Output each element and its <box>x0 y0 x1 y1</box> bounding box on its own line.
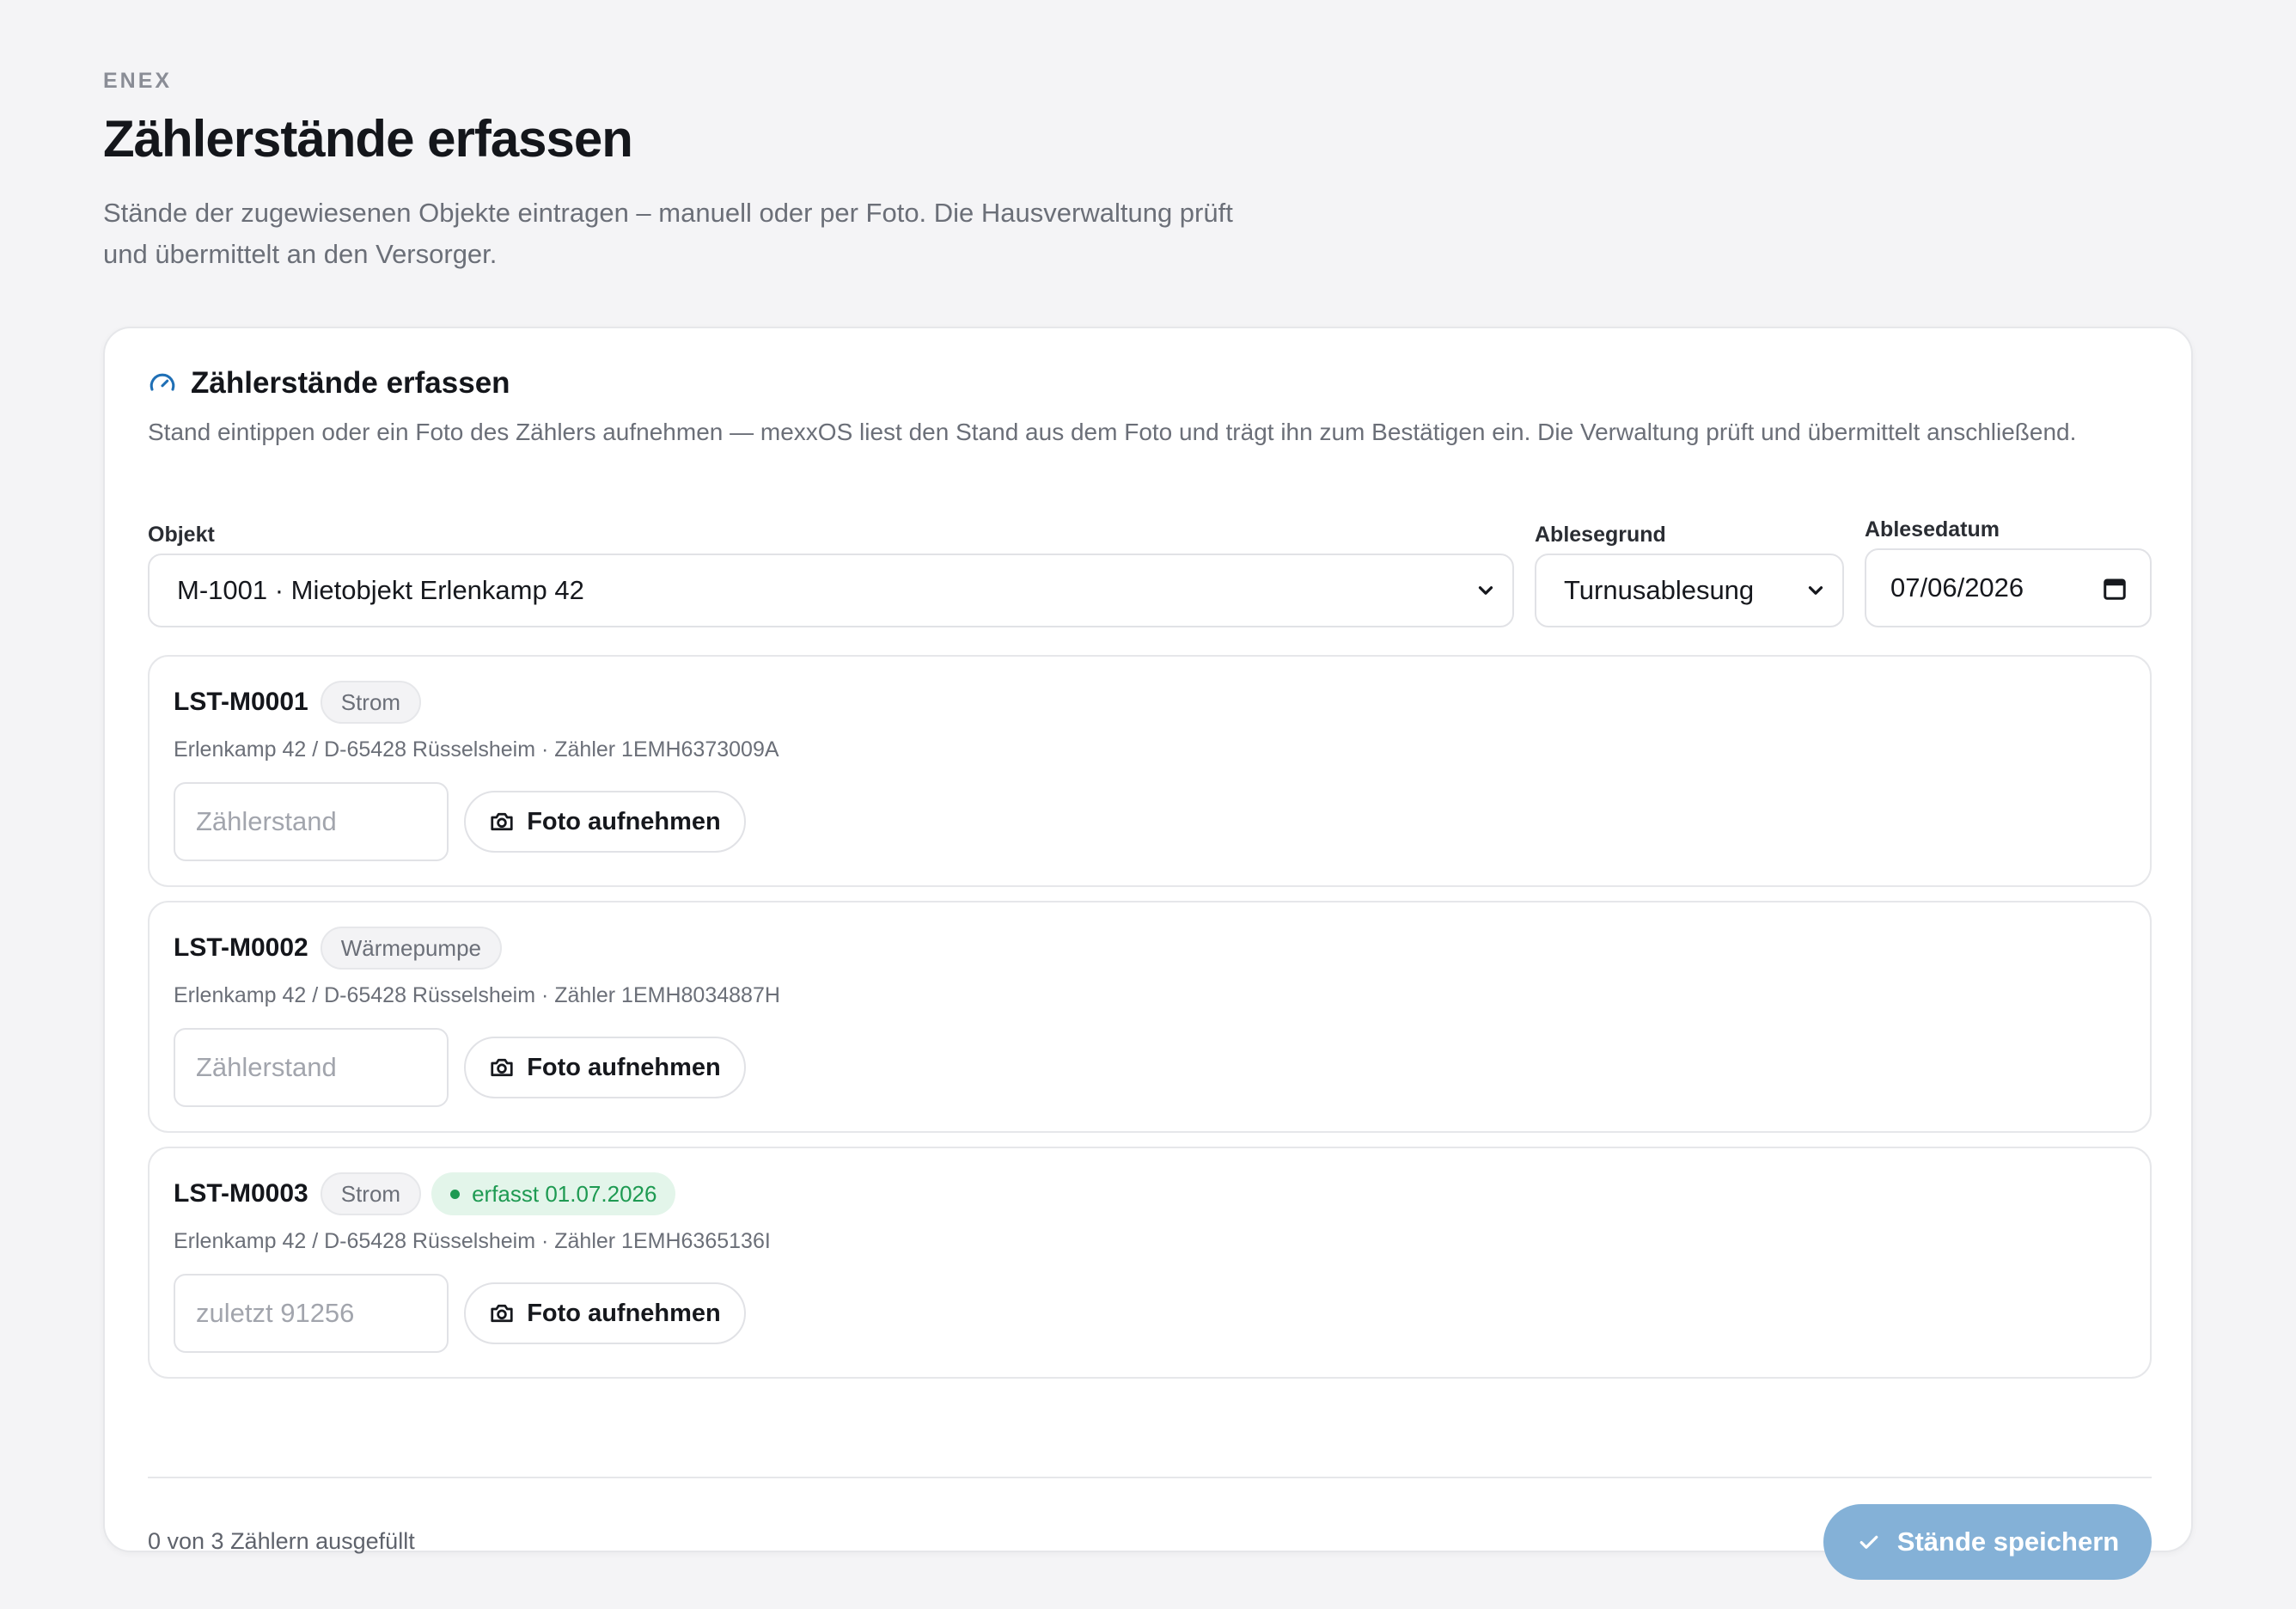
camera-icon <box>491 812 513 831</box>
gauge-icon <box>148 369 177 398</box>
reading-input[interactable]: Zählerstand <box>174 1028 449 1107</box>
meter-header: LST-M0003 Strom erfasst 01.07.2026 <box>174 1172 676 1215</box>
meter-header: LST-M0001 Strom <box>174 681 431 724</box>
objekt-select-value: M-1001 · Mietobjekt Erlenkamp 42 <box>177 575 584 605</box>
reading-input[interactable]: Zählerstand <box>174 782 449 861</box>
save-readings-button[interactable]: Stände speichern <box>1823 1504 2152 1580</box>
card-header: Zählerstände erfassen <box>148 366 510 401</box>
status-badge: erfasst 01.07.2026 <box>431 1172 676 1215</box>
meter-type-badge: Strom <box>320 681 422 724</box>
meter-item: LST-M0003 Strom erfasst 01.07.2026 Erlen… <box>148 1147 2152 1379</box>
meter-item: LST-M0001 Strom Erlenkamp 42 / D-65428 R… <box>148 655 2152 887</box>
reading-input[interactable]: zuletzt 91256 <box>174 1274 449 1353</box>
meter-type-badge: Strom <box>320 1172 422 1215</box>
meter-id: LST-M0002 <box>174 933 308 962</box>
chevron-down-icon <box>1808 586 1823 595</box>
save-readings-label: Stände speichern <box>1896 1526 2120 1557</box>
take-photo-button[interactable]: Foto aufnehmen <box>464 1037 746 1098</box>
meter-address: Erlenkamp 42 / D-65428 Rüsselsheim · Zäh… <box>174 983 780 1007</box>
take-photo-label: Foto aufnehmen <box>527 1053 721 1081</box>
objekt-select[interactable]: M-1001 · Mietobjekt Erlenkamp 42 <box>148 554 1514 627</box>
eyebrow-label: ENEX <box>103 69 173 93</box>
ablesegrund-select[interactable]: Turnusablesung <box>1535 554 1844 627</box>
page-subtitle: Stände der zugewiesenen Objekte eintrage… <box>103 198 1233 269</box>
card-title: Zählerstände erfassen <box>191 366 510 400</box>
status-dot-icon <box>450 1189 461 1199</box>
meter-header: LST-M0002 Wärmepumpe <box>174 927 512 970</box>
meter-id: LST-M0003 <box>174 1179 308 1208</box>
page: ENEX Zählerstände erfassen Stände der zu… <box>103 69 2193 1580</box>
card-description: Stand eintippen oder ein Foto des Zähler… <box>148 419 2077 445</box>
meter-type-badge: Wärmepumpe <box>320 927 503 970</box>
ablesedatum-value: 07/06/2026 <box>1890 572 2024 603</box>
camera-icon <box>491 1058 513 1077</box>
meter-item: LST-M0002 Wärmepumpe Erlenkamp 42 / D-65… <box>148 901 2152 1133</box>
ablesedatum-input[interactable]: 07/06/2026 <box>1865 548 2152 627</box>
divider <box>148 1477 2152 1478</box>
meter-id: LST-M0001 <box>174 688 308 716</box>
meter-address: Erlenkamp 42 / D-65428 Rüsselsheim · Zäh… <box>174 1229 771 1253</box>
page-title: Zählerstände erfassen <box>103 110 633 168</box>
take-photo-label: Foto aufnehmen <box>527 807 721 835</box>
chevron-down-icon <box>1478 586 1493 595</box>
take-photo-button[interactable]: Foto aufnehmen <box>464 791 746 853</box>
objekt-label: Objekt <box>148 523 215 547</box>
check-icon <box>1859 1535 1878 1549</box>
ablesedatum-label: Ablesedatum <box>1865 517 2000 541</box>
meter-address: Erlenkamp 42 / D-65428 Rüsselsheim · Zäh… <box>174 737 779 762</box>
camera-icon <box>491 1304 513 1323</box>
status-text: erfasst 01.07.2026 <box>472 1180 657 1207</box>
filled-count: 0 von 3 Zählern ausgefüllt <box>148 1528 415 1554</box>
calendar-icon[interactable] <box>2102 576 2128 602</box>
ablesegrund-select-value: Turnusablesung <box>1564 575 1755 605</box>
ablesegrund-label: Ablesegrund <box>1535 523 1666 547</box>
take-photo-label: Foto aufnehmen <box>527 1299 721 1327</box>
meter-reading-card: Zählerstände erfassen Stand eintippen od… <box>103 327 2193 1580</box>
take-photo-button[interactable]: Foto aufnehmen <box>464 1282 746 1344</box>
